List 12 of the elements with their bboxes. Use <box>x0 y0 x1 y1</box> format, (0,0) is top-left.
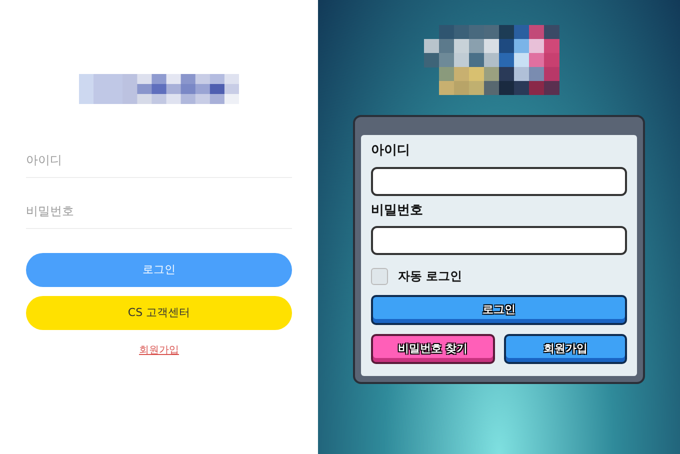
id-label: 아이디 <box>371 142 411 160</box>
auto-login-checkbox[interactable] <box>371 268 388 284</box>
login-button[interactable]: 로그인 <box>371 295 627 325</box>
customer-center-button[interactable]: CS 고객센터 <box>26 296 292 330</box>
signup-button[interactable]: 회원가입 <box>504 334 627 364</box>
signup-link[interactable]: 회원가입 <box>139 343 179 358</box>
find-password-button[interactable]: 비밀번호 찾기 <box>371 334 494 364</box>
auto-login-label: 자동 로그인 <box>398 268 462 285</box>
password-label: 비밀번호 <box>371 202 424 220</box>
login-button[interactable]: 로그인 <box>26 253 292 287</box>
password-field[interactable] <box>371 226 627 255</box>
id-field[interactable] <box>371 166 627 196</box>
